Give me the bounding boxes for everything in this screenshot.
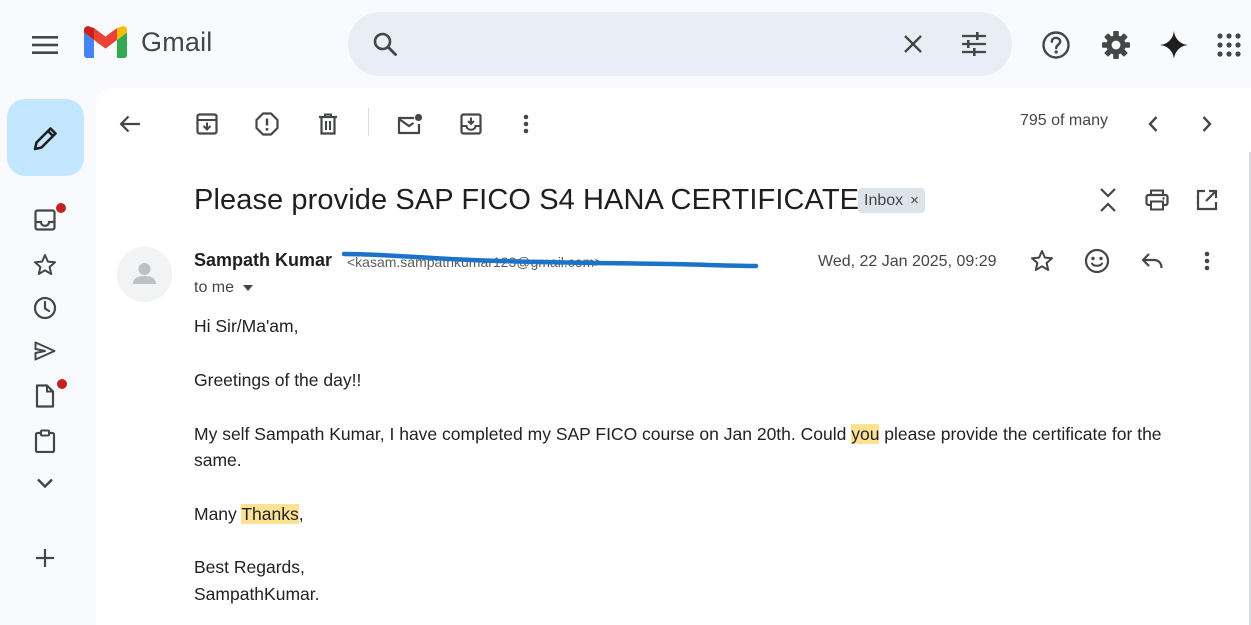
inbox-notification-dot — [56, 203, 66, 213]
back-arrow-icon[interactable] — [110, 104, 150, 144]
sender-name[interactable]: Sampath Kumar — [194, 250, 332, 271]
settings-icon[interactable] — [1093, 22, 1139, 68]
clipboard-icon — [34, 429, 56, 453]
gmail-logo[interactable]: Gmail — [84, 26, 213, 58]
avatar[interactable] — [117, 247, 172, 302]
more-vert-icon[interactable] — [506, 104, 546, 144]
emoji-icon[interactable] — [1077, 241, 1117, 281]
delete-icon[interactable] — [308, 104, 348, 144]
chevron-down-icon — [36, 477, 54, 489]
body-greeting: Hi Sir/Ma'am, — [194, 316, 299, 336]
label-text: Inbox — [864, 191, 904, 209]
report-spam-icon[interactable] — [247, 104, 287, 144]
plus-icon — [35, 548, 55, 568]
message-subject: Please provide SAP FICO S4 HANA CERTIFIC… — [194, 184, 860, 216]
recipient-text: to me — [194, 279, 235, 296]
compose-pencil-icon — [32, 124, 60, 152]
mark-unread-icon[interactable] — [390, 104, 430, 144]
body-line: Greetings of the day!! — [194, 370, 362, 390]
compose-button[interactable] — [7, 99, 84, 176]
clear-icon[interactable] — [893, 24, 933, 64]
main-menu-button[interactable] — [22, 22, 68, 68]
rail-purchases[interactable] — [24, 425, 66, 457]
reply-icon[interactable] — [1132, 241, 1172, 281]
message-more-icon[interactable] — [1187, 241, 1227, 281]
rail-more[interactable] — [24, 467, 66, 499]
rail-snoozed[interactable] — [24, 292, 66, 324]
inbox-label-chip[interactable]: Inbox × — [858, 188, 925, 213]
body-paragraph-part: same. — [194, 450, 242, 470]
apps-icon[interactable] — [1206, 22, 1251, 68]
search-options-icon[interactable] — [954, 24, 994, 64]
archive-icon[interactable] — [187, 104, 227, 144]
gemini-icon[interactable] — [1151, 22, 1197, 68]
body-thanks-part: Many — [194, 504, 242, 524]
star-icon[interactable] — [1022, 241, 1062, 281]
body-thanks: Many Thanks, — [194, 501, 304, 527]
drafts-notification-dot — [57, 379, 67, 389]
top-bar: Gmail — [0, 0, 1251, 88]
print-icon[interactable] — [1137, 180, 1177, 220]
message-view: 795 of many Please provide SAP FICO S4 H… — [96, 88, 1251, 625]
body-paragraph-part: please provide the certificate for the — [879, 424, 1162, 444]
body-signature: SampathKumar. — [194, 584, 320, 604]
chevron-right-icon[interactable] — [1187, 104, 1227, 144]
collapse-all-icon[interactable] — [1088, 180, 1128, 220]
search-highlight: Thanks — [241, 504, 299, 524]
help-icon[interactable] — [1033, 22, 1079, 68]
search-input[interactable] — [412, 26, 892, 62]
move-to-icon[interactable] — [451, 104, 491, 144]
search-highlight: you — [851, 424, 880, 444]
inbox-icon — [34, 209, 56, 231]
redaction-scribble — [342, 251, 759, 269]
logo-text: Gmail — [141, 26, 213, 57]
clock-icon — [33, 296, 57, 320]
chevron-left-icon[interactable] — [1133, 104, 1173, 144]
message-count: 795 of many — [1020, 112, 1109, 129]
recipient-details[interactable]: to me — [194, 279, 254, 297]
body-regards: Best Regards, — [194, 557, 305, 577]
star-icon — [33, 253, 57, 277]
rail-starred[interactable] — [24, 249, 66, 281]
open-new-window-icon[interactable] — [1187, 180, 1227, 220]
search-icon[interactable] — [365, 24, 405, 64]
body-paragraph: My self Sampath Kumar, I have completed … — [194, 421, 1204, 473]
file-icon — [35, 384, 55, 408]
menu-icon — [32, 35, 58, 55]
gmail-logo-icon — [84, 26, 127, 58]
message-date: Wed, 22 Jan 2025, 09:29 — [818, 253, 997, 270]
person-icon — [117, 247, 172, 302]
caret-down-icon[interactable] — [243, 285, 254, 291]
search-bar[interactable] — [348, 12, 1012, 76]
body-paragraph-part: My self Sampath Kumar, I have completed … — [194, 424, 852, 444]
rail-sent[interactable] — [24, 335, 66, 367]
send-icon — [34, 341, 56, 361]
body-thanks-part: , — [298, 504, 304, 524]
remove-label-button[interactable]: × — [910, 192, 919, 209]
toolbar-separator — [368, 108, 369, 136]
rail-create-label[interactable] — [24, 542, 66, 574]
